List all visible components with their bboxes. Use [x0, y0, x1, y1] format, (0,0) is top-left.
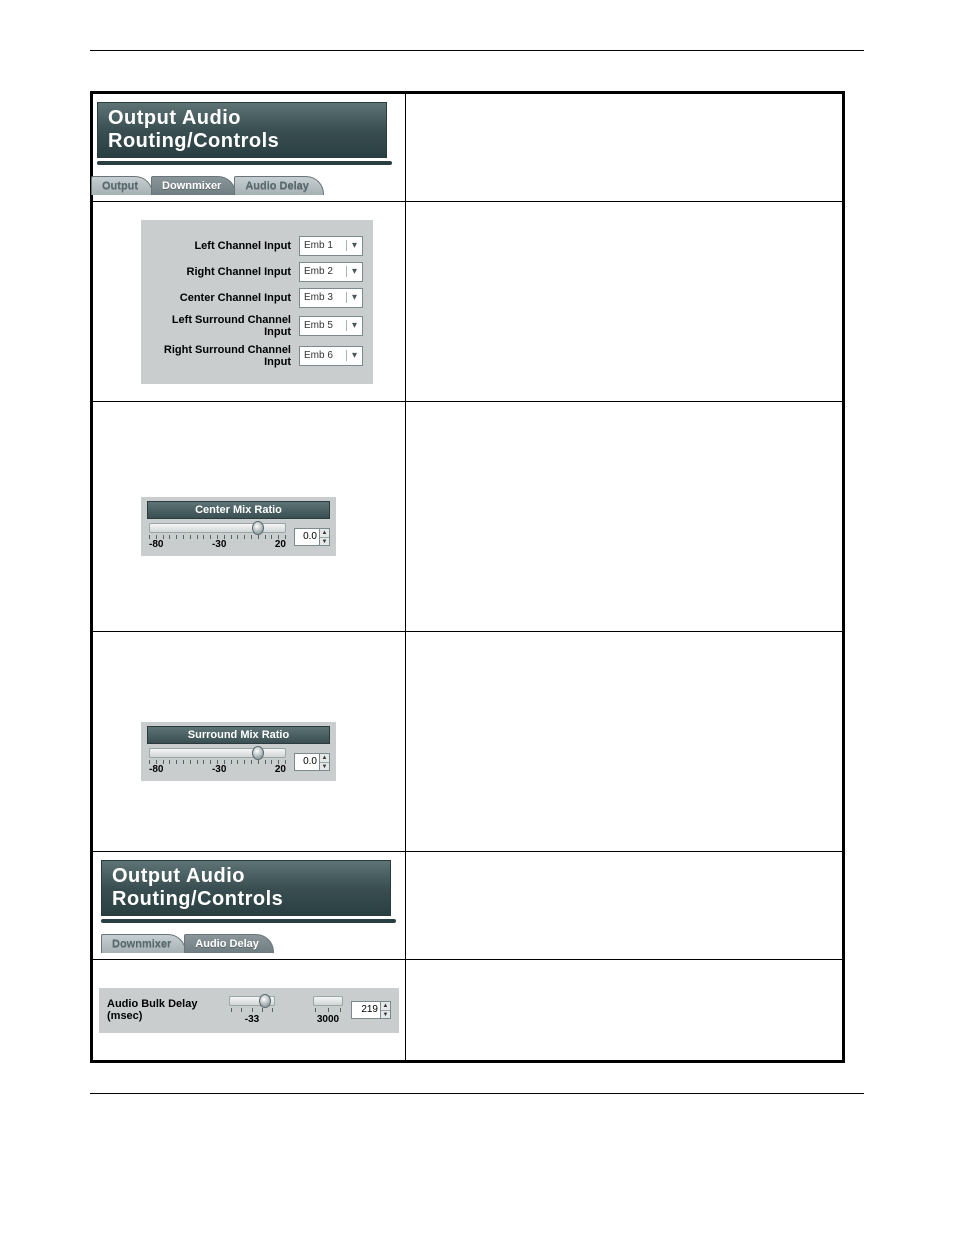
tabs-group-2: Downmixer Audio Delay — [101, 929, 272, 953]
chevron-down-icon: ▾ — [346, 320, 362, 331]
center-mix-scale-min: -80 — [149, 539, 163, 550]
bulk-delay-thumb[interactable] — [259, 994, 271, 1008]
bulk-delay-scale-max: 3000 — [317, 1014, 339, 1025]
bulk-delay-slider-right[interactable] — [313, 996, 343, 1006]
tab-audio-delay-2[interactable]: Audio Delay — [184, 934, 274, 953]
center-mix-down[interactable]: ▼ — [320, 538, 329, 546]
bulk-delay-card: Audio Bulk Delay (msec) -33 — [99, 988, 399, 1033]
surround-mix-down[interactable]: ▼ — [320, 763, 329, 771]
surround-mix-thumb[interactable] — [252, 746, 264, 760]
controls-table: Output Audio Routing/Controls Output Dow… — [90, 91, 845, 1063]
surround-mix-card: Surround Mix Ratio -80 -30 — [141, 722, 336, 781]
center-mix-card: Center Mix Ratio -80 -30 — [141, 497, 336, 556]
left-channel-label: Left Channel Input — [151, 240, 291, 252]
tab-audio-delay[interactable]: Audio Delay — [234, 176, 324, 195]
ls-channel-value: Emb 5 — [300, 320, 346, 331]
section-divider-1 — [97, 161, 392, 165]
center-mix-title: Center Mix Ratio — [147, 501, 330, 519]
tab-output[interactable]: Output — [91, 176, 153, 195]
tab-downmixer-2[interactable]: Downmixer — [101, 934, 186, 953]
rs-channel-value: Emb 6 — [300, 350, 346, 361]
tabs-group-1: Output Downmixer Audio Delay — [91, 171, 322, 195]
section-title-1: Output Audio Routing/Controls — [97, 102, 387, 158]
center-mix-up[interactable]: ▲ — [320, 529, 329, 538]
center-mix-spinner[interactable]: 0.0 ▲ ▼ — [294, 528, 330, 546]
rs-channel-select[interactable]: Emb 6 ▾ — [299, 346, 363, 366]
left-channel-value: Emb 1 — [300, 240, 346, 251]
surround-mix-scale-max: 20 — [275, 764, 286, 775]
center-mix-thumb[interactable] — [252, 521, 264, 535]
center-channel-value: Emb 3 — [300, 292, 346, 303]
left-channel-select[interactable]: Emb 1 ▾ — [299, 236, 363, 256]
center-mix-scale-max: 20 — [275, 539, 286, 550]
section-divider-2 — [101, 919, 396, 923]
tab-downmixer[interactable]: Downmixer — [151, 176, 236, 195]
surround-mix-up[interactable]: ▲ — [320, 754, 329, 763]
chevron-down-icon: ▾ — [346, 240, 362, 251]
page-top-rule — [90, 50, 864, 51]
surround-mix-title: Surround Mix Ratio — [147, 726, 330, 744]
bulk-delay-slider-left[interactable] — [229, 996, 275, 1006]
right-channel-select[interactable]: Emb 2 ▾ — [299, 262, 363, 282]
ls-channel-label: Left Surround Channel Input — [151, 314, 291, 338]
bulk-delay-value[interactable]: 219 — [351, 1001, 381, 1019]
chevron-down-icon: ▾ — [346, 266, 362, 277]
bulk-delay-up[interactable]: ▲ — [381, 1002, 390, 1011]
section-title-2: Output Audio Routing/Controls — [101, 860, 391, 916]
ls-channel-select[interactable]: Emb 5 ▾ — [299, 316, 363, 336]
bulk-delay-scale-min: -33 — [245, 1014, 259, 1025]
page-bottom-rule — [90, 1093, 864, 1094]
center-mix-scale-mid: -30 — [212, 539, 226, 550]
surround-mix-spinner[interactable]: 0.0 ▲ ▼ — [294, 753, 330, 771]
right-channel-label: Right Channel Input — [151, 266, 291, 278]
channel-inputs-card: Left Channel Input Emb 1 ▾ Right Channel… — [141, 220, 373, 384]
center-mix-value[interactable]: 0.0 — [294, 528, 320, 546]
bulk-delay-down[interactable]: ▼ — [381, 1011, 390, 1019]
surround-mix-scale-mid: -30 — [212, 764, 226, 775]
bulk-delay-spinner[interactable]: 219 ▲ ▼ — [351, 1001, 391, 1019]
surround-mix-slider[interactable] — [149, 748, 286, 758]
chevron-down-icon: ▾ — [346, 350, 362, 361]
center-mix-slider[interactable] — [149, 523, 286, 533]
surround-mix-scale-min: -80 — [149, 764, 163, 775]
bulk-delay-label: Audio Bulk Delay (msec) — [107, 998, 227, 1022]
chevron-down-icon: ▾ — [346, 292, 362, 303]
center-channel-select[interactable]: Emb 3 ▾ — [299, 288, 363, 308]
center-channel-label: Center Channel Input — [151, 292, 291, 304]
rs-channel-label: Right Surround Channel Input — [151, 344, 291, 368]
surround-mix-value[interactable]: 0.0 — [294, 753, 320, 771]
right-channel-value: Emb 2 — [300, 266, 346, 277]
